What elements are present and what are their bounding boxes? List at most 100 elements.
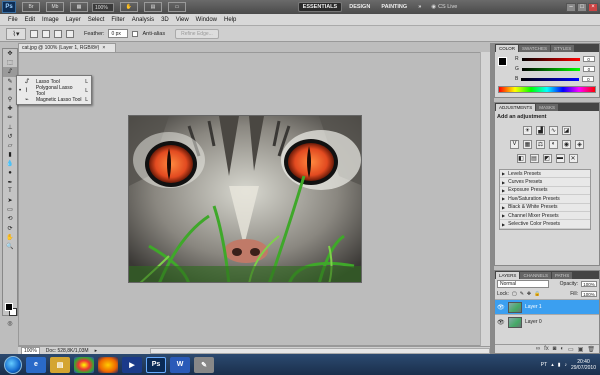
exposure-icon[interactable]: ◪ [562,125,571,135]
tab-layers[interactable]: LAYERS [496,272,520,279]
windows-media-icon[interactable]: ▶ [122,356,142,373]
horizontal-scrollbar[interactable] [150,347,490,354]
refine-edge-button[interactable]: Refine Edge... [175,28,219,39]
lock-pixels-icon[interactable]: ✎ [520,291,524,297]
curves-icon[interactable]: ∿ [549,125,558,135]
menu-image[interactable]: Image [42,17,59,23]
polygonal-lasso-tool-item[interactable]: • ⌇ Polygonal Lasso Tool L [17,85,91,97]
selective-color-icon[interactable]: ✕ [568,153,578,163]
menu-filter[interactable]: Filter [111,17,124,23]
paint-icon[interactable]: ✎ [194,356,214,373]
tab-adjustments[interactable]: ADJUSTMENTS [496,104,536,111]
file-explorer-icon[interactable]: ▤ [50,356,70,373]
lock-all-icon[interactable]: 🔒 [534,291,540,297]
history-brush-tool-icon[interactable]: ↺ [3,132,17,141]
pen-tool-icon[interactable]: ✒ [3,178,17,187]
close-button[interactable]: × [588,2,598,12]
menu-3d[interactable]: 3D [161,17,169,23]
preset-item[interactable]: ▶ Exposure Presets [500,187,590,196]
document-info[interactable]: Doc: 528,8K/1,03M [46,348,89,354]
feather-input[interactable]: 0 px [108,29,129,38]
anti-alias-checkbox[interactable] [132,30,139,37]
eye-icon[interactable]: 👁 [497,304,505,311]
shape-tool-icon[interactable]: ▭ [3,205,17,214]
firefox-icon[interactable] [98,356,118,373]
levels-icon[interactable]: ▟ [536,125,545,135]
tab-channels[interactable]: CHANNELS [520,272,551,279]
magnetic-lasso-tool-item[interactable]: ⌁ Magnetic Lasso Tool L [17,95,91,104]
language-indicator[interactable]: PT [541,362,547,368]
blend-mode-select[interactable]: Normal [497,280,549,288]
tab-masks[interactable]: MASKS [536,104,559,111]
blur-tool-icon[interactable]: 💧 [3,159,17,168]
photoshop-taskbar-icon[interactable]: Ps [146,356,166,373]
dodge-tool-icon[interactable]: ● [3,168,17,177]
preset-item[interactable]: ▶ Black & White Presets [500,204,590,212]
layer-row[interactable]: 👁 Layer 0 [495,314,599,329]
posterize-icon[interactable]: ▤ [529,153,539,163]
subtract-selection-icon[interactable] [54,29,62,38]
vertical-scrollbar[interactable] [480,52,490,346]
new-selection-icon[interactable] [30,29,38,38]
clone-stamp-tool-icon[interactable]: ⊥ [3,123,17,132]
layer-row[interactable]: 👁 Layer 1 [495,299,599,314]
preset-item[interactable]: ▶ Curves Presets [500,178,590,187]
path-selection-tool-icon[interactable]: ➤ [3,196,17,205]
channel-g-value[interactable]: 0 [582,66,595,72]
word-icon[interactable]: W [170,356,190,373]
minimize-button[interactable]: – [566,2,576,12]
type-tool-icon[interactable]: T [3,187,17,196]
mini-bridge-button[interactable]: Mb [46,2,64,12]
tool-preset-picker[interactable]: ⌇▾ [6,27,26,40]
eraser-tool-icon[interactable]: ▱ [3,141,17,150]
move-tool-icon[interactable]: ✥ [3,49,17,58]
arrange-documents-icon[interactable]: ▤ [144,2,162,12]
threshold-icon[interactable]: ◩ [542,153,552,163]
color-foreground-swatch[interactable] [498,57,507,66]
quick-mask-icon[interactable]: ◎ [3,319,17,328]
add-to-selection-icon[interactable] [42,29,50,38]
channel-mixer-icon[interactable]: ◈ [575,139,584,149]
gradient-tool-icon[interactable]: ▮ [3,150,17,159]
brightness-contrast-icon[interactable]: ☀ [523,125,532,135]
menu-help[interactable]: Help [224,17,236,23]
hand-tool-icon[interactable]: ✋ [3,233,17,242]
network-icon[interactable]: ▮ [558,362,561,368]
internet-explorer-icon[interactable]: e [26,356,46,373]
color-balance-icon[interactable]: ⚖ [536,139,545,149]
hand-icon[interactable]: ✋ [120,2,138,12]
preset-item[interactable]: ▶ Channel Mixer Presets [500,212,590,221]
workspace-painting[interactable]: PAINTING [377,2,411,12]
more-workspaces-button[interactable]: » [414,2,425,12]
start-button[interactable] [4,355,22,374]
cs-live-button[interactable]: ◉ CS Live [431,4,457,10]
3d-rotate-tool-icon[interactable]: ⟲ [3,214,17,223]
channel-r-value[interactable]: 0 [582,56,595,62]
menu-window[interactable]: Window [196,17,217,23]
color-spectrum-bar[interactable] [498,86,596,93]
menu-layer[interactable]: Layer [66,17,81,23]
volume-icon[interactable]: ♪ [564,362,567,368]
new-group-icon[interactable]: ▭ [568,346,574,353]
maximize-button[interactable]: □ [577,2,587,12]
tab-styles[interactable]: STYLES [551,45,575,52]
invert-icon[interactable]: ◧ [516,153,526,163]
gradient-map-icon[interactable]: ▬ [555,153,565,163]
brush-tool-icon[interactable]: ✏ [3,113,17,122]
black-white-icon[interactable]: ◐ [549,139,558,149]
link-layers-icon[interactable]: ∞ [536,346,540,352]
channel-b-slider[interactable] [521,77,580,81]
workspace-design[interactable]: DESIGN [345,2,374,12]
tab-swatches[interactable]: SWATCHES [519,45,551,52]
menu-select[interactable]: Select [88,17,105,23]
lock-transparency-icon[interactable]: ▢ [512,291,517,297]
workspace-essentials[interactable]: ESSENTIALS [297,2,343,12]
menu-file[interactable]: File [8,17,18,23]
clock[interactable]: 20:40 29/07/2010 [571,359,596,371]
document-tab[interactable]: cat.jpg @ 100% (Layer 1, RGB/8#) × [18,43,116,52]
marquee-tool-icon[interactable]: ⬚ [3,58,17,67]
layer-style-icon[interactable]: fx [544,346,549,352]
tab-color[interactable]: COLOR [496,45,519,52]
bridge-button[interactable]: Br [22,2,40,12]
status-arrow-icon[interactable]: ▸ [95,348,98,354]
